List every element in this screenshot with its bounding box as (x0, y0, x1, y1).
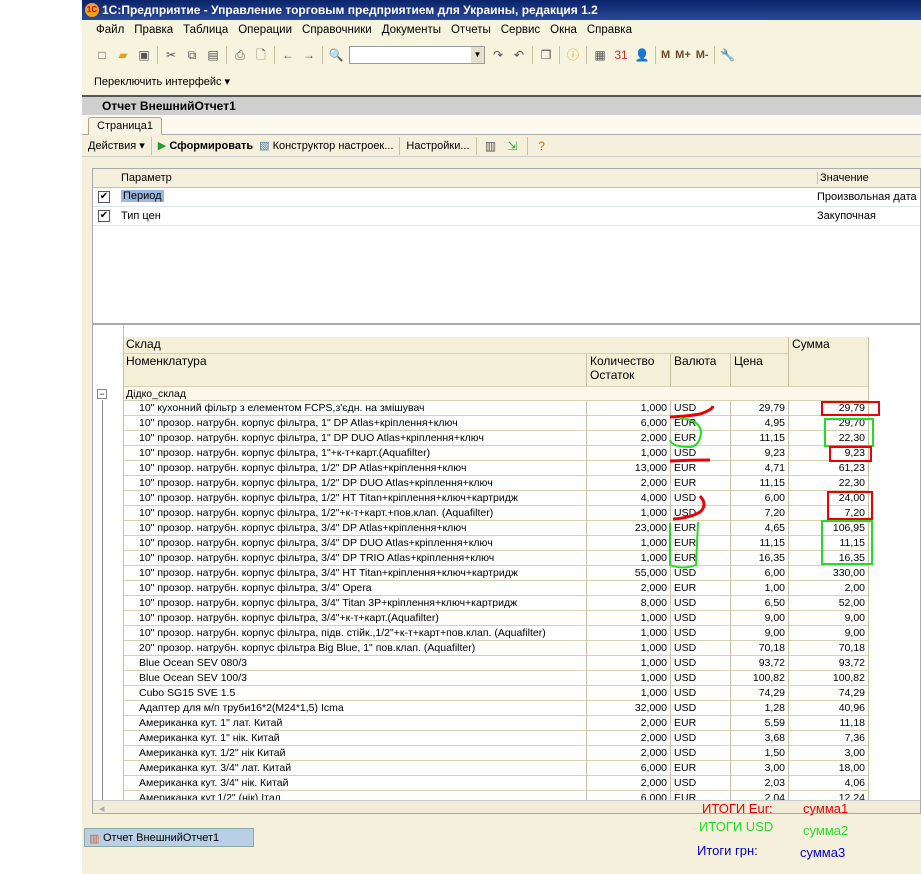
red-box (827, 491, 873, 520)
usd-totals-label: ИТОГИ USD (699, 819, 774, 834)
usd-totals-value: сумма2 (803, 823, 849, 838)
green-box (824, 418, 874, 447)
red-mark (672, 495, 706, 521)
green-box (821, 520, 873, 565)
red-mark (669, 405, 715, 419)
uah-totals-label: Итоги грн: (697, 843, 758, 858)
red-box (829, 446, 872, 462)
green-mark (669, 417, 703, 449)
eur-totals-value: сумма1 (803, 801, 849, 816)
green-mark (669, 521, 699, 569)
red-mark (669, 458, 711, 463)
red-box (821, 401, 880, 416)
eur-totals-label: ИТОГИ Eur: (702, 801, 773, 816)
uah-totals-value: сумма3 (800, 845, 846, 860)
annotation-overlay (669, 401, 880, 569)
